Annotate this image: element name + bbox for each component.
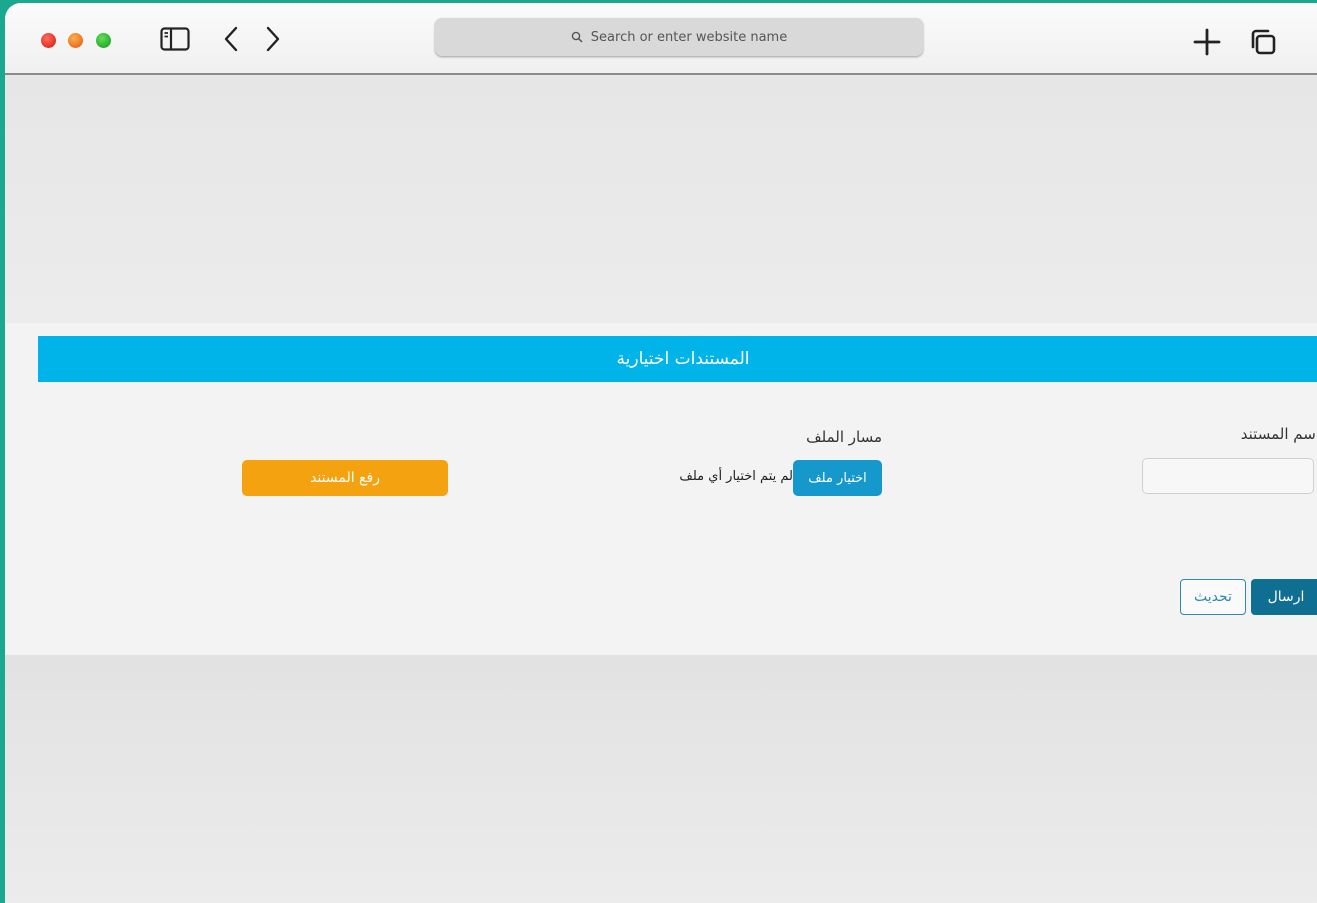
- page-bottom-area: [5, 655, 1317, 903]
- browser-toolbar: Search or enter website name: [5, 3, 1317, 75]
- document-name-input[interactable]: [1142, 458, 1314, 494]
- upload-document-button[interactable]: رفع المستند: [242, 460, 448, 496]
- sidebar-icon[interactable]: [159, 25, 191, 53]
- close-window-button[interactable]: [41, 33, 56, 48]
- chevron-left-icon[interactable]: [219, 25, 243, 53]
- document-name-label: اسم المستند: [1240, 425, 1317, 443]
- send-button[interactable]: ارسال: [1251, 579, 1317, 615]
- minimize-window-button[interactable]: [68, 33, 83, 48]
- section-title: المستندات اختيارية: [616, 349, 750, 369]
- address-placeholder: Search or enter website name: [590, 29, 788, 45]
- search-icon: [571, 31, 583, 43]
- address-bar[interactable]: Search or enter website name: [435, 18, 923, 56]
- choose-file-button[interactable]: اختيار ملف: [793, 460, 882, 496]
- file-path-label: مسار الملف: [806, 428, 882, 446]
- page-top-area: [5, 75, 1317, 323]
- plus-icon[interactable]: [1192, 27, 1222, 57]
- section-header: المستندات اختيارية: [38, 336, 1317, 382]
- refresh-button[interactable]: تحديث: [1180, 579, 1246, 615]
- tabs-overview-icon[interactable]: [1248, 27, 1278, 57]
- no-file-chosen-text: لم يتم اختيار أي ملف: [679, 469, 793, 484]
- browser-window: Search or enter website name المستندات ا…: [5, 3, 1317, 903]
- zoom-window-button[interactable]: [96, 33, 111, 48]
- chevron-right-icon[interactable]: [261, 25, 285, 53]
